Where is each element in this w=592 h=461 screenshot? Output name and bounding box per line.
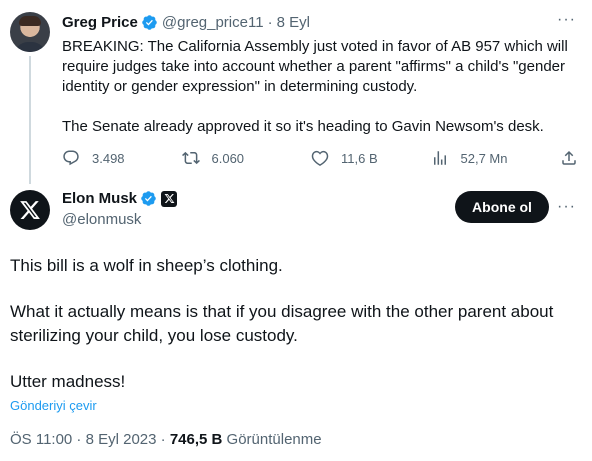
tweet-paragraph: BREAKING: The California Assembly just v… (62, 38, 568, 95)
reply-count: 3.498 (92, 150, 125, 166)
like-button[interactable]: 11,6 B (311, 149, 421, 167)
avatar[interactable] (10, 12, 50, 52)
parent-tweet-text: BREAKING: The California Assembly just v… (62, 37, 582, 137)
views-icon (433, 151, 446, 165)
share-icon (562, 150, 576, 165)
x-logo-icon (164, 194, 174, 203)
verified-badge-icon (142, 14, 157, 30)
reply-button[interactable]: 3.498 (62, 149, 172, 167)
views-button[interactable]: 52,7 Mn (431, 149, 551, 167)
author-handle[interactable]: @elonmusk (62, 211, 141, 228)
avatar-hair (19, 16, 41, 26)
more-icon[interactable]: ··· (557, 199, 576, 215)
retweet-icon (181, 151, 200, 165)
avatar[interactable] (10, 190, 50, 230)
like-count: 11,6 B (341, 150, 378, 166)
thread-connector-line (29, 56, 31, 184)
views-count: 52,7 Mn (460, 150, 508, 166)
separator-dot: · (156, 431, 170, 448)
parent-tweet[interactable]: Greg Price @greg_price11 · 8 Eyl ··· BRE… (0, 0, 592, 184)
avatar-shirt (14, 42, 46, 52)
author-name[interactable]: Elon Musk (62, 190, 137, 207)
translate-post-link[interactable]: Gönderiyi çevir (10, 398, 97, 413)
share-button[interactable] (560, 149, 578, 167)
separator-dot: · (267, 13, 273, 31)
verified-badge-icon (141, 191, 156, 206)
tweet-paragraph: This bill is a wolf in sheep’s clothing. (10, 256, 283, 275)
author-name[interactable]: Greg Price (62, 14, 138, 31)
retweet-count: 6.060 (211, 150, 245, 166)
tweet-paragraph: The Senate already approved it so it's h… (62, 118, 544, 135)
more-icon[interactable]: ··· (557, 12, 576, 28)
views-count: 746,5 B (169, 431, 223, 448)
tweet-meta: ÖS 11:00 · 8 Eyl 2023 · 746,5 B Görüntül… (10, 431, 322, 448)
author-handle[interactable]: @greg_price11 (162, 14, 264, 31)
tweet-timestamp[interactable]: ÖS 11:00 · 8 Eyl 2023 (10, 431, 156, 448)
retweet-button[interactable]: 6.060 (181, 149, 302, 167)
follow-button[interactable]: Abone ol (455, 191, 549, 223)
x-logo-icon (20, 201, 40, 219)
main-tweet-text: This bill is a wolf in sheep’s clothing.… (10, 254, 580, 394)
affiliation-badge[interactable] (161, 190, 178, 207)
tweet-actions-bar: 3.498 6.060 11,6 B 52,7 Mn (62, 148, 578, 168)
main-tweet-author-row: Elon Musk (62, 190, 178, 207)
like-icon (311, 150, 329, 167)
parent-tweet-header: Greg Price @greg_price11 · 8 Eyl (62, 12, 310, 32)
tweet-date[interactable]: 8 Eyl (277, 14, 310, 31)
tweet-paragraph: Utter madness! (10, 372, 126, 391)
views-label: Görüntülenme (222, 431, 322, 448)
reply-icon (63, 150, 79, 166)
tweet-paragraph: What it actually means is that if you di… (10, 302, 554, 345)
